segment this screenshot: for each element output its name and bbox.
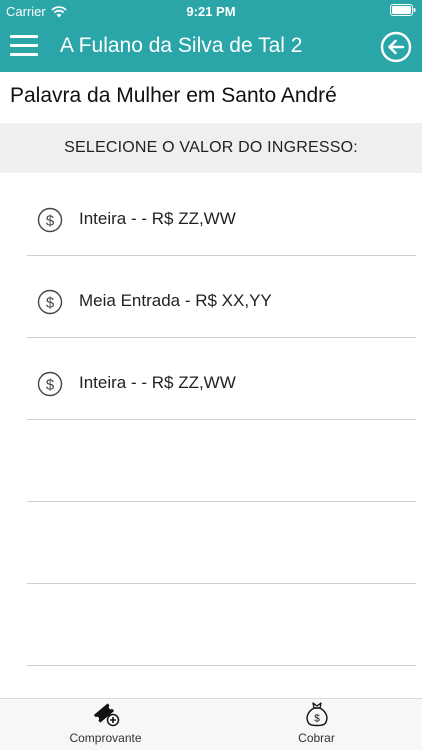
svg-text:$: $ xyxy=(46,213,55,230)
svg-text:$: $ xyxy=(46,295,55,312)
ticket-option[interactable]: $ Inteira - - R$ ZZ,WW xyxy=(0,174,422,256)
tab-cobrar[interactable]: $ Cobrar xyxy=(211,699,422,750)
dollar-coin-icon: $ xyxy=(37,371,63,397)
ticket-label: Inteira - - R$ ZZ,WW xyxy=(79,373,236,392)
status-bar: Carrier 9:21 PM xyxy=(0,0,422,22)
tab-comprovante[interactable]: Comprovante xyxy=(0,699,211,750)
dollar-coin-icon: $ xyxy=(37,207,63,233)
section-header: SELECIONE O VALOR DO INGRESSO: xyxy=(0,123,422,173)
tab-label: Cobrar xyxy=(298,731,335,745)
navigation-bar: A Fulano da Silva de Tal 2 xyxy=(0,22,422,72)
status-time: 9:21 PM xyxy=(186,4,236,19)
svg-text:$: $ xyxy=(46,377,55,394)
empty-row xyxy=(0,584,422,666)
ticket-label: Inteira - - R$ ZZ,WW xyxy=(79,209,236,228)
event-title: Palavra da Mulher em Santo André xyxy=(10,84,337,107)
tab-label: Comprovante xyxy=(69,731,142,745)
ticket-list: $ Inteira - - R$ ZZ,WW $ Meia Entrada - … xyxy=(0,174,422,666)
money-bag-icon: $ xyxy=(306,702,328,727)
ticket-option[interactable]: $ Meia Entrada - R$ XX,YY xyxy=(0,256,422,338)
tab-bar: Comprovante $ Cobrar xyxy=(0,698,422,750)
empty-row xyxy=(0,420,422,502)
svg-text:$: $ xyxy=(314,714,320,725)
ticket-label: Meia Entrada - R$ XX,YY xyxy=(79,291,272,310)
ticket-add-icon xyxy=(93,703,120,727)
ticket-option[interactable]: $ Inteira - - R$ ZZ,WW xyxy=(0,338,422,420)
empty-row xyxy=(0,502,422,584)
nav-title: A Fulano da Silva de Tal 2 xyxy=(60,34,303,57)
arrow-left-circle-icon[interactable] xyxy=(380,31,412,63)
hamburger-menu-icon[interactable] xyxy=(10,35,38,59)
dollar-coin-icon: $ xyxy=(37,289,63,315)
battery-icon xyxy=(390,4,416,19)
